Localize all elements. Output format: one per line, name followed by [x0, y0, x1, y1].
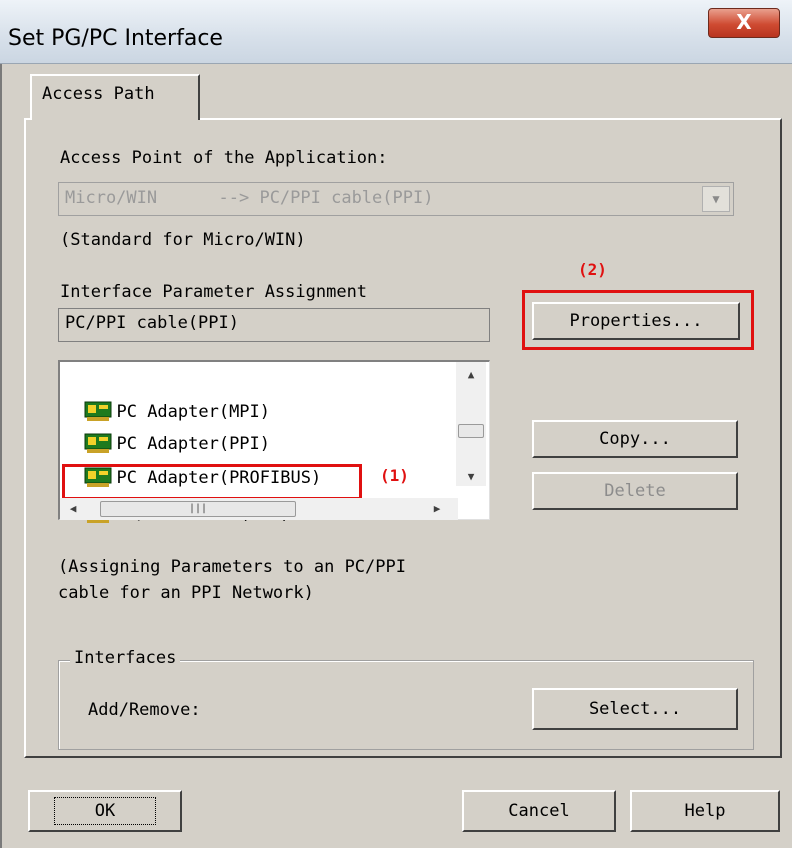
window-title: Set PG/PC Interface [8, 26, 223, 51]
add-remove-label: Add/Remove: [88, 700, 201, 720]
interface-param-field: PC/PPI cable(PPI) [58, 308, 490, 342]
interfaces-group-title: Interfaces [70, 648, 181, 668]
list-item[interactable]: PC Adapter(PROFIBUS) [64, 430, 321, 488]
properties-button[interactable]: Properties... [532, 302, 740, 340]
scroll-thumb[interactable] [458, 424, 484, 438]
access-point-label: Access Point of the Application: [60, 148, 388, 168]
scroll-down-icon[interactable]: ▼ [456, 470, 486, 483]
list-item[interactable]: PC Adapter(PPI) [64, 396, 270, 454]
annotation-2: (2) [578, 260, 607, 279]
delete-button[interactable]: Delete [532, 472, 738, 510]
access-point-select: Micro/WIN --> PC/PPI cable(PPI) [58, 182, 734, 216]
list-item[interactable]: PC Adapter(MPI) [64, 364, 270, 422]
scroll-right-icon[interactable]: ▶ [430, 502, 444, 515]
scroll-left-icon[interactable]: ◀ [66, 502, 80, 515]
interface-param-label: Interface Parameter Assignment [60, 282, 368, 302]
copy-button[interactable]: Copy... [532, 420, 738, 458]
ok-button-label: OK [53, 797, 157, 825]
annotation-box-list-item [62, 464, 362, 500]
chevron-down-icon: ▼ [702, 186, 730, 212]
select-button[interactable]: Select... [532, 688, 738, 730]
tab-label: Access Path [42, 84, 155, 104]
access-point-note: (Standard for Micro/WIN) [60, 230, 306, 250]
list-vertical-scrollbar[interactable]: ▲ ▼ [456, 362, 486, 486]
annotation-1: (1) [380, 466, 409, 485]
scroll-up-icon[interactable]: ▲ [456, 368, 486, 381]
scroll-thumb[interactable]: ||| [100, 501, 296, 517]
help-button[interactable]: Help [630, 790, 780, 832]
cancel-button[interactable]: Cancel [462, 790, 616, 832]
ok-button[interactable]: OK [28, 790, 182, 832]
list-horizontal-scrollbar[interactable]: ◀ ||| ▶ [60, 498, 458, 520]
description-text: (Assigning Parameters to an PC/PPI cable… [58, 557, 406, 603]
tab-access-path[interactable]: Access Path [30, 74, 200, 120]
close-button[interactable]: X [708, 8, 780, 38]
close-icon: X [736, 10, 752, 34]
